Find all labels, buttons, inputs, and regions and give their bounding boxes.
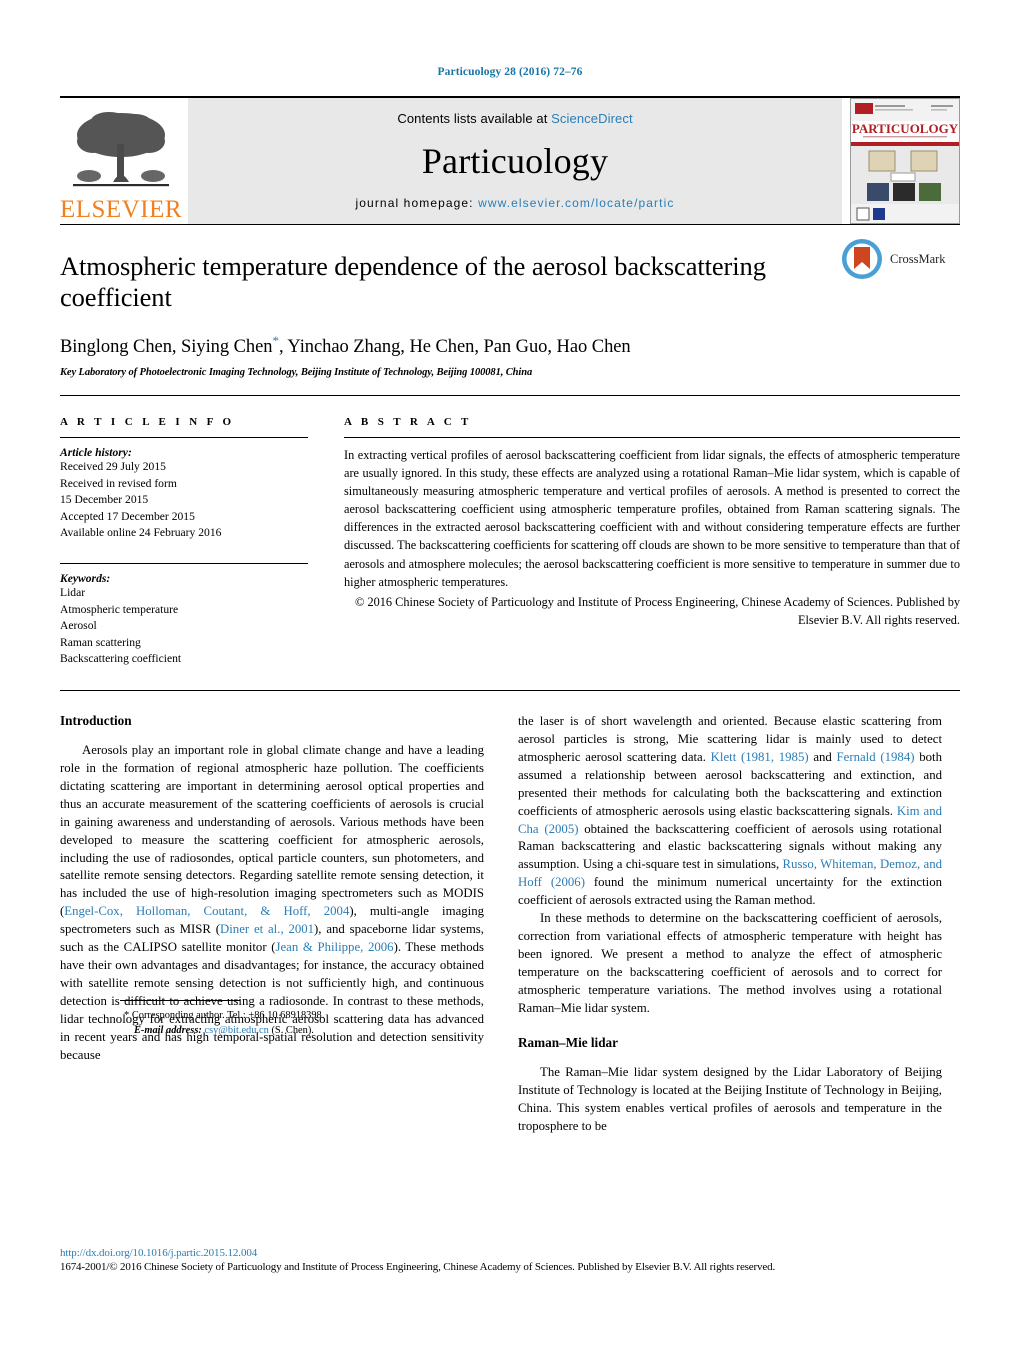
journal-cover-thumbnail: PARTICUOLOGY <box>850 98 960 224</box>
history-item: Available online 24 February 2016 <box>60 525 222 539</box>
journal-title: Particuology <box>421 141 609 181</box>
footnote-email-line: E-mail address: csy@bit.edu.cn (S. Chen)… <box>120 1023 544 1038</box>
abstract-rule: In extracting vertical profiles of aeros… <box>344 437 960 629</box>
email-owner: (S. Chen). <box>271 1024 314 1036</box>
article-info-rule: Article history: Received 29 July 2015 R… <box>60 437 308 541</box>
keyword-item: Atmospheric temperature <box>60 602 179 616</box>
section-heading-introduction: Introduction <box>60 712 132 728</box>
journal-article-page: Particuology 28 (2016) 72–76 ELSEVIER Co… <box>0 0 1020 1351</box>
crossmark-label: CrossMark <box>890 251 946 266</box>
abstract-copyright: © 2016 Chinese Society of Particuology a… <box>355 594 960 627</box>
article-info-heading: A R T I C L E I N F O <box>60 416 235 429</box>
keyword-item: Lidar <box>60 586 86 600</box>
cover-artwork: PARTICUOLOGY <box>851 99 959 223</box>
body-column-right: the laser is of short wavelength and ori… <box>518 713 942 1158</box>
homepage-url-link[interactable]: www.elsevier.com/locate/partic <box>478 196 674 210</box>
contents-available-line: Contents lists available at ScienceDirec… <box>397 111 632 126</box>
abstract-text: In extracting vertical profiles of aeros… <box>344 448 960 589</box>
info-abstract-section: A R T I C L E I N F O Article history: R… <box>60 395 960 668</box>
footnote-corresponding-line: * Corresponding author. Tel.: +86 10 689… <box>120 1008 544 1023</box>
abstract-column: A B S T R A C T In extracting vertical p… <box>344 416 960 668</box>
citation-fernald[interactable]: Fernald (1984) <box>837 750 915 764</box>
citation-engel-cox[interactable]: Engel-Cox, Holloman, Coutant, & Hoff, 20… <box>64 904 349 918</box>
keyword-item: Backscattering coefficient <box>60 652 182 666</box>
elsevier-logo: ELSEVIER <box>60 98 182 224</box>
email-link[interactable]: csy@bit.edu.cn <box>204 1025 268 1036</box>
elsevier-tree-icon <box>73 112 169 187</box>
citation-diner[interactable]: Diner et al., 2001 <box>220 922 314 936</box>
authors-first: Binglong Chen, Siying Chen <box>60 337 273 358</box>
history-item: Received 29 July 2015 <box>60 460 166 474</box>
citation-klett[interactable]: Klett (1981, 1985) <box>711 750 809 764</box>
footer-copyright: 1674-2001/© 2016 Chinese Society of Part… <box>60 1261 776 1273</box>
article-body: Introduction Aerosols play an important … <box>60 689 960 1158</box>
crossmark-badge[interactable]: CrossMark <box>840 231 960 287</box>
contents-prefix: Contents lists available at <box>397 111 552 126</box>
email-address-label: E-mail address: <box>134 1024 202 1036</box>
citation-jean-philippe[interactable]: Jean & Philippe, 2006 <box>276 940 394 954</box>
journal-homepage-line: journal homepage: www.elsevier.com/locat… <box>356 196 675 210</box>
history-item: 15 December 2015 <box>60 493 149 507</box>
crossmark-icon <box>842 239 882 279</box>
footnote-marker: * <box>124 1009 130 1021</box>
running-head: Particuology 28 (2016) 72–76 <box>437 66 583 78</box>
svg-text:PARTICUOLOGY: PARTICUOLOGY <box>852 121 959 136</box>
author-list: Binglong Chen, Siying Chen*, Yinchao Zha… <box>60 333 960 358</box>
corresponding-author-footnote: * Corresponding author. Tel.: +86 10 689… <box>120 999 544 1038</box>
paragraph-intro-3: In these methods to determine on the bac… <box>518 911 942 1016</box>
intro-text-a: Aerosols play an important role in globa… <box>60 742 484 919</box>
keywords-block: Keywords: Lidar Atmospheric temperature … <box>60 563 308 667</box>
article-info-column: A R T I C L E I N F O Article history: R… <box>60 416 308 668</box>
history-item: Accepted 17 December 2015 <box>60 509 195 523</box>
intro2-text-b: and <box>808 749 837 764</box>
history-item: Received in revised form <box>60 476 177 490</box>
body-column-left: Introduction Aerosols play an important … <box>60 713 484 1158</box>
journal-banner: Contents lists available at ScienceDirec… <box>188 98 842 224</box>
author-affiliation: Key Laboratory of Photoelectronic Imagin… <box>60 367 533 379</box>
keywords-label: Keywords: <box>60 572 111 586</box>
authors-rest: , Yinchao Zhang, He Chen, Pan Guo, Hao C… <box>278 337 631 358</box>
section-heading-raman-mie-lidar: Raman–Mie lidar <box>518 1035 618 1051</box>
paragraph-intro-2: the laser is of short wavelength and ori… <box>518 713 942 911</box>
sciencedirect-link[interactable]: ScienceDirect <box>551 111 633 126</box>
footnote-divider <box>120 999 240 1001</box>
article-title-block: CrossMark Atmospheric temperature depend… <box>60 224 960 378</box>
doi-link[interactable]: http://dx.doi.org/10.1016/j.partic.2015.… <box>60 1247 960 1259</box>
page-title: Atmospheric temperature dependence of th… <box>60 251 766 312</box>
homepage-prefix: journal homepage: <box>355 196 479 210</box>
page-footer: http://dx.doi.org/10.1016/j.partic.2015.… <box>60 1247 960 1273</box>
footnote-corresponding-text: Corresponding author. Tel.: +86 10 68918… <box>131 1009 325 1021</box>
paragraph-raman-1: The Raman–Mie lidar system designed by t… <box>518 1065 942 1134</box>
abstract-heading: A B S T R A C T <box>344 416 472 429</box>
keyword-item: Raman scattering <box>60 635 141 649</box>
elsevier-wordmark: ELSEVIER <box>59 196 183 223</box>
article-history-label: Article history: <box>60 446 132 460</box>
keyword-item: Aerosol <box>60 619 97 633</box>
journal-masthead: ELSEVIER Contents lists available at Sci… <box>60 96 960 224</box>
